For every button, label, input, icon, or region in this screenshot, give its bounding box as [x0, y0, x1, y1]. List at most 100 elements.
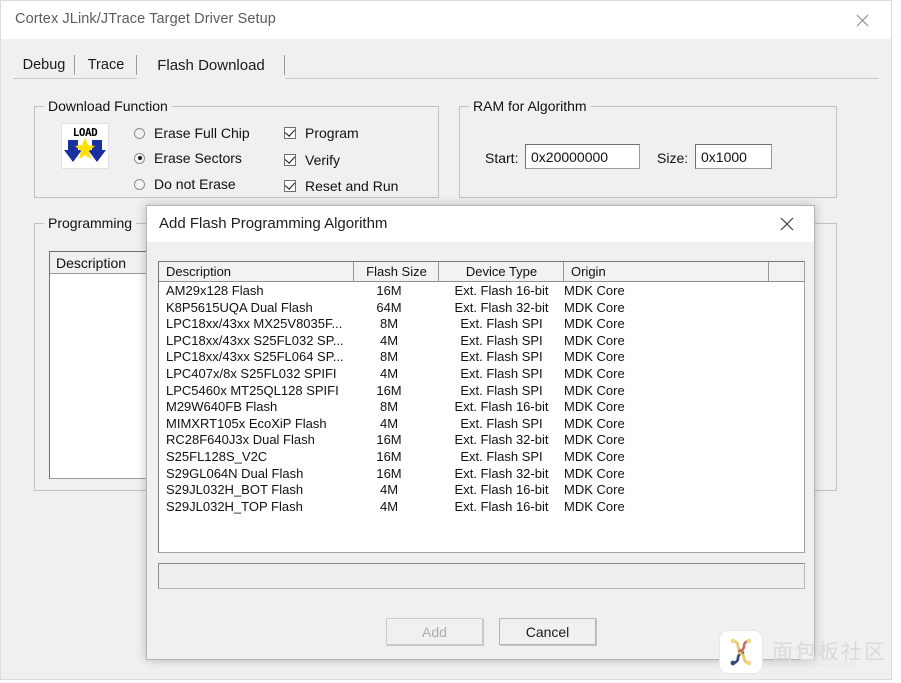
watermark-text: 面包板社区	[772, 639, 887, 664]
cell-description: RC28F640J3x Dual Flash	[166, 432, 315, 448]
ram-start-label: Start:	[485, 150, 519, 166]
cell-flash-size: 4M	[379, 415, 399, 431]
radio-do-not-erase-label: Do not Erase	[154, 176, 236, 192]
cancel-button-label: Cancel	[525, 623, 570, 640]
ram-start-input[interactable]: 0x20000000	[525, 144, 640, 169]
table-row[interactable]: LPC407x/8x S25FL032 SPIFI 4M Ext. Flash SP…	[159, 366, 804, 383]
checkbox-program[interactable]: Program	[284, 125, 359, 141]
cell-origin: MDK Core	[564, 432, 625, 448]
cell-flash-size: 16M	[376, 465, 402, 481]
column-header-origin-label: Origin	[571, 264, 606, 279]
programming-title: Programming	[44, 215, 137, 231]
table-row[interactable]: RC28F640J3x Dual Flash 16M Ext. Flash 32-b…	[159, 432, 804, 449]
radio-erase-full-chip[interactable]: Erase Full Chip	[134, 125, 250, 141]
radio-erase-sectors[interactable]: Erase Sectors	[134, 150, 242, 166]
checkbox-icon	[284, 127, 296, 139]
cell-flash-size: 8M	[379, 316, 399, 332]
checkbox-icon	[284, 154, 296, 166]
cell-device-type: Ext. Flash SPI	[460, 332, 543, 348]
table-row[interactable]: MIMXRT105x EcoXiP Flash 4M Ext. Flash SPI M…	[159, 416, 804, 433]
cell-origin: MDK Core	[564, 332, 625, 348]
ram-size-input[interactable]: 0x1000	[695, 144, 772, 169]
cell-description: S29JL032H_TOP Flash	[166, 498, 303, 514]
column-header-description-label: Description	[166, 264, 232, 279]
column-header-description[interactable]: Description	[159, 262, 354, 281]
ram-for-algorithm-title: RAM for Algorithm	[469, 98, 591, 114]
table-row[interactable]: LPC18xx/43xx S25FL032 SP... 4M Ext. Flash …	[159, 333, 804, 350]
cell-origin: MDK Core	[564, 465, 625, 481]
cell-device-type: Ext. Flash SPI	[460, 448, 543, 464]
cell-origin: MDK Core	[564, 448, 625, 464]
radio-icon	[134, 178, 145, 190]
cell-description: M29W640FB Flash	[166, 399, 278, 415]
table-row[interactable]: LPC18xx/43xx MX25V8035F... 8M Ext. Flash S…	[159, 316, 804, 333]
radio-erase-full-chip-label: Erase Full Chip	[154, 125, 250, 141]
dialog-title-bar: Add Flash Programming Algorithm	[147, 206, 814, 242]
column-header-flash-size[interactable]: Flash Size	[354, 262, 439, 281]
cell-flash-size: 4M	[379, 332, 399, 348]
cell-flash-size: 4M	[379, 482, 399, 498]
watermark: 面包板社区 www.eet-china.com	[719, 628, 894, 676]
radio-icon	[134, 127, 145, 139]
cell-description: S29JL032H_BOT Flash	[166, 482, 304, 498]
column-header-flash-size-label: Flash Size	[366, 264, 427, 279]
cell-description: LPC18xx/43xx S25FL064 SP...	[166, 349, 344, 365]
column-header-spacer	[769, 262, 804, 281]
cell-flash-size: 16M	[376, 448, 402, 464]
cell-origin: MDK Core	[564, 299, 625, 315]
table-row[interactable]: M29W640FB Flash 8M Ext. Flash 16-bit MDK Co…	[159, 399, 804, 416]
checkbox-reset-and-run-label: Reset and Run	[305, 178, 399, 194]
table-row[interactable]: LPC18xx/43xx S25FL064 SP... 8M Ext. Flash …	[159, 349, 804, 366]
page-title: Cortex JLink/JTrace Target Driver Setup	[15, 11, 276, 27]
cell-origin: MDK Core	[564, 365, 625, 381]
cell-description: LPC5460x MT25QL128 SPIFI	[166, 382, 339, 398]
radio-erase-sectors-label: Erase Sectors	[154, 150, 242, 166]
watermark-logo-icon	[719, 630, 763, 674]
table-row[interactable]: S29GL064N Dual Flash 16M Ext. Flash 32-bit…	[159, 466, 804, 483]
cell-origin: MDK Core	[564, 399, 625, 415]
column-header-device-type[interactable]: Device Type	[439, 262, 564, 281]
cell-origin: MDK Core	[564, 382, 625, 398]
tab-bar: Debug Trace Flash Download	[13, 51, 879, 80]
radio-do-not-erase[interactable]: Do not Erase	[134, 176, 236, 192]
cell-device-type: Ext. Flash SPI	[460, 415, 543, 431]
table-row[interactable]: S29JL032H_TOP Flash 4M Ext. Flash 16-bit MD…	[159, 499, 804, 516]
table-row[interactable]: S25FL128S_V2C 16M Ext. Flash SPI MDK Core	[159, 449, 804, 466]
cell-device-type: Ext. Flash SPI	[460, 382, 543, 398]
dialog-filter-input[interactable]	[158, 563, 805, 589]
close-icon[interactable]	[766, 206, 808, 242]
cell-device-type: Ext. Flash SPI	[460, 349, 543, 365]
cancel-button[interactable]: Cancel	[499, 618, 596, 645]
cell-device-type: Ext. Flash SPI	[460, 316, 543, 332]
algorithm-table[interactable]: Description Flash Size Device Type Origi…	[158, 261, 805, 553]
close-icon[interactable]	[839, 1, 885, 39]
cell-flash-size: 64M	[376, 299, 402, 315]
ram-size-label: Size:	[657, 150, 689, 166]
tab-trace[interactable]: Trace	[75, 51, 137, 79]
watermark-subtext: www.eet-china.com	[772, 661, 857, 668]
cell-description: K8P5615UQA Dual Flash	[166, 299, 313, 315]
cell-flash-size: 4M	[379, 498, 399, 514]
tab-flash-download[interactable]: Flash Download	[137, 51, 285, 79]
window-title-bar: Cortex JLink/JTrace Target Driver Setup	[1, 1, 891, 39]
cell-origin: MDK Core	[564, 316, 625, 332]
active-tab-indicator	[137, 78, 285, 80]
cell-device-type: Ext. Flash 32-bit	[454, 432, 549, 448]
checkbox-reset-and-run[interactable]: Reset and Run	[284, 178, 398, 194]
cell-device-type: Ext. Flash 16-bit	[454, 283, 549, 298]
table-row[interactable]: S29JL032H_BOT Flash 4M Ext. Flash 16-bit MD…	[159, 482, 804, 499]
cell-device-type: Ext. Flash 32-bit	[454, 465, 549, 481]
checkbox-verify[interactable]: Verify	[284, 152, 340, 168]
column-header-origin[interactable]: Origin	[564, 262, 769, 281]
tab-debug[interactable]: Debug	[13, 51, 75, 79]
download-function-title: Download Function	[44, 98, 172, 114]
load-icon: LOAD	[61, 123, 109, 169]
add-flash-programming-algorithm-dialog: Add Flash Programming Algorithm Descript…	[146, 205, 815, 660]
cell-origin: MDK Core	[564, 415, 625, 431]
table-row[interactable]: LPC5460x MT25QL128 SPIFI 16M Ext. Flash SP…	[159, 383, 804, 400]
cell-description: S29GL064N Dual Flash	[166, 465, 304, 481]
table-row[interactable]: K8P5615UQA Dual Flash 64M Ext. Flash 32-bi…	[159, 300, 804, 317]
add-button[interactable]: Add	[386, 618, 483, 645]
cell-flash-size: 16M	[376, 283, 402, 298]
table-row[interactable]: AM29x128 Flash 16M Ext. Flash 16-bit MDK Co…	[159, 283, 804, 300]
